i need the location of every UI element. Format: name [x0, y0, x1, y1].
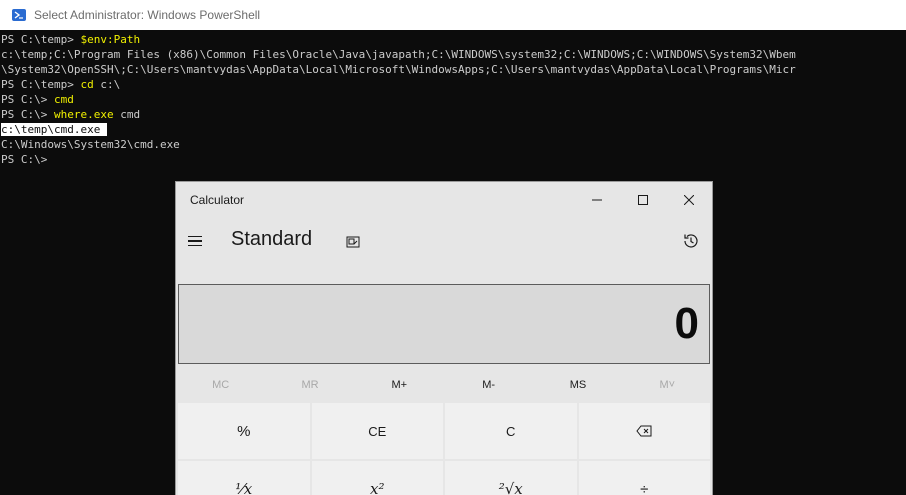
console-line: PS C:\temp> $env:Path [1, 33, 141, 46]
memory-list-button[interactable]: M˅ [623, 369, 712, 401]
clear-entry-key[interactable]: CE [311, 403, 443, 459]
memory-row: MC MR M+ M- MS M˅ [176, 369, 712, 401]
calculator-keypad: % CE C ⅟x x² ²√x ÷ [178, 403, 710, 495]
console-line: PS C:\> where.exe cmd [1, 108, 141, 121]
powershell-titlebar[interactable]: Select Administrator: Windows PowerShell [0, 0, 906, 30]
console-line: PS C:\> cmd [1, 93, 74, 106]
memory-recall-button[interactable]: MR [265, 369, 354, 401]
memory-add-button[interactable]: M+ [355, 369, 444, 401]
console-line: C:\Windows\System32\cmd.exe [1, 138, 180, 151]
memory-store-button[interactable]: MS [533, 369, 622, 401]
calculator-title: Calculator [190, 193, 245, 207]
console-line: c:\temp;C:\Program Files (x86)\Common Fi… [1, 48, 796, 61]
history-icon[interactable] [682, 232, 700, 250]
divide-key[interactable]: ÷ [578, 461, 710, 495]
reciprocal-key[interactable]: ⅟x [178, 461, 310, 495]
console-line: PS C:\temp> cd c:\ [1, 78, 121, 91]
keep-on-top-icon[interactable] [346, 234, 360, 248]
calculator-display: 0 [178, 284, 710, 364]
percent-key[interactable]: % [178, 403, 310, 459]
memory-clear-button[interactable]: MC [176, 369, 265, 401]
navigation-menu-icon[interactable] [188, 232, 206, 250]
square-root-key[interactable]: ²√x [445, 461, 577, 495]
console-prompt: PS C:\> [1, 153, 48, 166]
powershell-icon [12, 9, 26, 21]
powershell-window-title: Select Administrator: Windows PowerShell [34, 8, 261, 22]
calculator-titlebar[interactable]: Calculator [176, 182, 712, 218]
console-selected-text[interactable]: c:\temp\cmd.exe [1, 123, 107, 136]
backspace-icon [636, 425, 652, 437]
display-value: 0 [674, 299, 699, 348]
square-key[interactable]: x² [311, 461, 443, 495]
minimize-button[interactable] [574, 182, 620, 218]
close-button[interactable] [666, 182, 712, 218]
calculator-window[interactable]: Calculator Standard 0 MC MR M+ M- MS M˅ [176, 182, 712, 495]
console-line: \System32\OpenSSH\;C:\Users\mantvydas\Ap… [1, 63, 796, 76]
calculator-header: Standard [176, 220, 712, 264]
memory-subtract-button[interactable]: M- [444, 369, 533, 401]
clear-key[interactable]: C [445, 403, 577, 459]
calculator-mode-title: Standard [231, 228, 313, 250]
backspace-key[interactable] [578, 403, 710, 459]
maximize-button[interactable] [620, 182, 666, 218]
